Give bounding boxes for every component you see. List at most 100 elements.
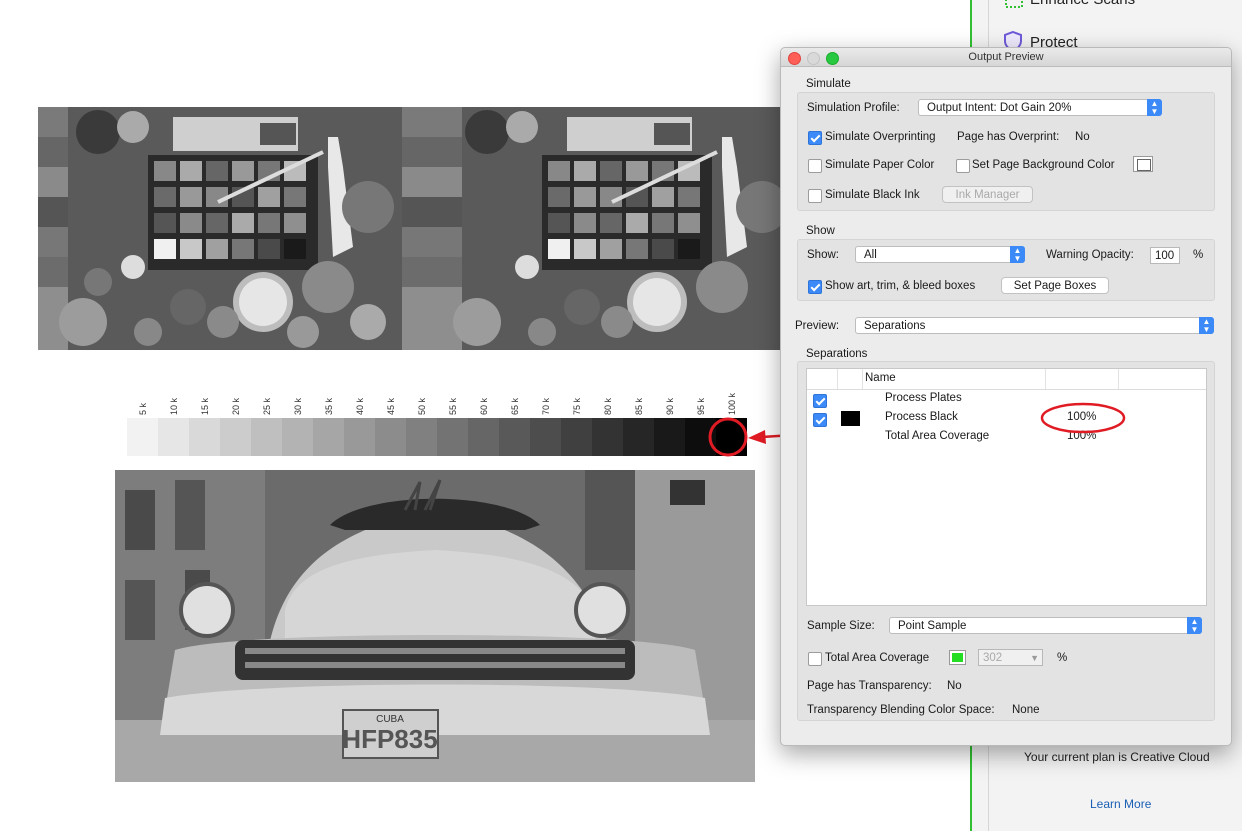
- swatch-inner: [1137, 159, 1151, 171]
- separation-name: Process Black: [885, 411, 958, 423]
- ramp-label: 15 k: [199, 397, 210, 415]
- ramp-swatch: [623, 418, 654, 456]
- ramp-swatch: [220, 418, 251, 456]
- still-life-photo-right: [402, 107, 780, 350]
- simulation-profile-label: Simulation Profile:: [807, 102, 900, 114]
- ramp-swatch: [375, 418, 406, 456]
- minimize-button[interactable]: [807, 52, 820, 65]
- ramp-swatch: [530, 418, 561, 456]
- tac-color-fill: [952, 653, 963, 662]
- ramp-label: 60 k: [478, 397, 489, 415]
- ramp-label: 20 k: [230, 397, 241, 415]
- simulation-profile-select[interactable]: Output Intent: Dot Gain 20% ▲ ▼: [918, 99, 1162, 116]
- chevron-updown-icon: ▲ ▼: [1147, 99, 1162, 116]
- tac-value-combo[interactable]: 302 ▼: [978, 649, 1043, 666]
- learn-more-link[interactable]: Learn More: [1090, 797, 1151, 811]
- table-row[interactable]: Total Area Coverage 100%: [807, 428, 1206, 447]
- table-row[interactable]: Process Plates: [807, 390, 1206, 409]
- chevron-down-icon: ▼: [1030, 653, 1039, 663]
- tac-color-swatch[interactable]: [949, 650, 966, 665]
- show-label: Show:: [807, 249, 839, 261]
- col-divider: [862, 369, 863, 389]
- separations-section-title: Separations: [806, 348, 868, 360]
- ramp-swatch: [158, 418, 189, 456]
- ramp-swatch: [127, 418, 158, 456]
- chevron-updown-icon: ▲ ▼: [1187, 617, 1202, 634]
- ramp-label: 80 k: [602, 397, 613, 415]
- ramp-label: 45 k: [385, 397, 396, 415]
- show-section-title: Show: [806, 225, 835, 237]
- page-transparency-value: No: [947, 680, 962, 692]
- gray-ramp-labels: 5 k 10 k 15 k 20 k 25 k 30 k 35 k 40 k 45 k 50 k 5…: [127, 393, 747, 415]
- ramp-swatch: [313, 418, 344, 456]
- warning-opacity-label: Warning Opacity:: [1046, 249, 1134, 261]
- ramp-label: 10 k: [168, 397, 179, 415]
- ramp-label: 30 k: [292, 397, 303, 415]
- list-header: Name: [807, 369, 1206, 390]
- blend-space-label: Transparency Blending Color Space:: [807, 704, 995, 716]
- process-plates-checkbox[interactable]: [813, 394, 827, 408]
- ramp-label: 55 k: [447, 397, 458, 415]
- process-black-checkbox[interactable]: [813, 413, 827, 427]
- page-overprint-label: Page has Overprint:: [957, 131, 1060, 143]
- show-select[interactable]: All ▲ ▼: [855, 246, 1025, 263]
- gray-ramp: [127, 418, 747, 456]
- tool-label: Enhance Scans: [1030, 0, 1135, 8]
- col-divider: [1118, 369, 1119, 389]
- separation-name: Total Area Coverage: [885, 430, 990, 442]
- show-boxes-checkbox[interactable]: [808, 280, 822, 294]
- page-background-swatch[interactable]: [1133, 156, 1153, 172]
- total-area-coverage-checkbox[interactable]: [808, 652, 822, 666]
- black-swatch: [841, 411, 860, 426]
- sample-size-label: Sample Size:: [807, 620, 875, 632]
- page-background-checkbox[interactable]: [956, 159, 970, 173]
- ramp-swatch: [251, 418, 282, 456]
- simulate-overprinting-label: Simulate Overprinting: [825, 131, 936, 143]
- car-photo: CUBA HFP835: [115, 470, 755, 782]
- close-button[interactable]: [788, 52, 801, 65]
- chevron-updown-icon: ▲ ▼: [1199, 317, 1214, 334]
- simulate-black-ink-checkbox[interactable]: [808, 189, 822, 203]
- plate-number: HFP835: [342, 724, 437, 754]
- simulate-overprinting-checkbox[interactable]: [808, 131, 822, 145]
- ramp-label: 40 k: [354, 397, 365, 415]
- table-row[interactable]: Process Black 100%: [807, 409, 1206, 428]
- ramp-swatch: [437, 418, 468, 456]
- preview-value: Separations: [864, 320, 926, 332]
- set-page-boxes-button[interactable]: Set Page Boxes: [1001, 277, 1109, 294]
- blend-space-value: None: [1012, 704, 1040, 716]
- output-preview-dialog: Output Preview Simulate Simulation Profi…: [780, 47, 1232, 746]
- page-transparency-label: Page has Transparency:: [807, 680, 932, 692]
- ramp-label: 25 k: [261, 397, 272, 415]
- warning-opacity-input[interactable]: 100: [1150, 247, 1180, 264]
- ramp-swatch: [561, 418, 592, 456]
- sample-size-select[interactable]: Point Sample ▲ ▼: [889, 617, 1202, 634]
- warning-opacity-percent: %: [1193, 249, 1204, 261]
- enhance-scans-icon: [1005, 0, 1023, 8]
- ramp-swatch: [282, 418, 313, 456]
- plan-text: Your current plan is Creative Cloud: [1024, 750, 1210, 764]
- ink-manager-button[interactable]: Ink Manager: [942, 186, 1033, 203]
- preview-select[interactable]: Separations ▲ ▼: [855, 317, 1214, 334]
- ramp-swatch: [468, 418, 499, 456]
- ramp-label: 90 k: [664, 397, 675, 415]
- ramp-label: 50 k: [416, 397, 427, 415]
- col-divider: [837, 369, 838, 389]
- name-column-header[interactable]: Name: [865, 372, 896, 384]
- still-life-photo-left: [38, 107, 402, 350]
- zoom-button[interactable]: [826, 52, 839, 65]
- ramp-swatch: [406, 418, 437, 456]
- simulate-paper-color-checkbox[interactable]: [808, 159, 822, 173]
- tac-percent: %: [1057, 652, 1068, 664]
- tool-enhance-scans[interactable]: Enhance Scans: [1005, 0, 1135, 8]
- dialog-titlebar: Output Preview: [781, 48, 1231, 67]
- total-area-coverage-label: Total Area Coverage: [825, 652, 930, 664]
- ramp-swatch: [189, 418, 220, 456]
- simulation-profile-value: Output Intent: Dot Gain 20%: [927, 102, 1072, 114]
- ramp-swatch: [654, 418, 685, 456]
- simulate-section-title: Simulate: [806, 78, 851, 90]
- ramp-label: 35 k: [323, 397, 334, 415]
- simulate-paper-color-label: Simulate Paper Color: [825, 159, 935, 171]
- col-divider: [1045, 369, 1046, 389]
- ramp-label: 75 k: [571, 397, 582, 415]
